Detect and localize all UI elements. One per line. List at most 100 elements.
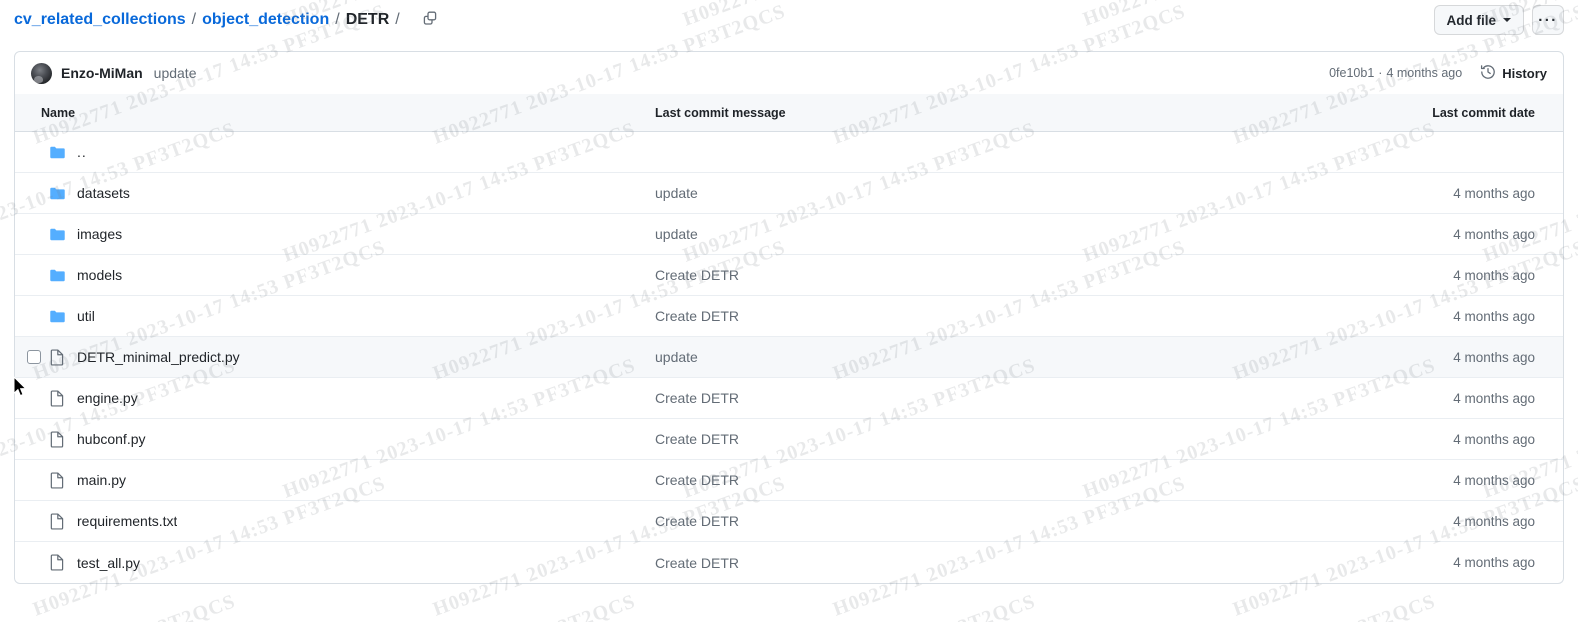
entry-name[interactable]: DETR_minimal_predict.py xyxy=(77,349,240,365)
commit-message[interactable]: update xyxy=(154,65,197,81)
more-options-button[interactable]: ··· xyxy=(1532,5,1564,35)
avatar[interactable] xyxy=(31,62,52,84)
entry-name[interactable]: models xyxy=(77,267,122,283)
cell-commit-message[interactable]: update xyxy=(655,185,1363,201)
entry-name[interactable]: test_all.py xyxy=(77,555,140,571)
breadcrumb-item-0[interactable]: cv_related_collections xyxy=(14,10,186,30)
toolbar-actions: Add file ··· xyxy=(1433,5,1564,35)
cell-commit-date: 4 months ago xyxy=(1453,513,1535,529)
table-row[interactable]: DETR_minimal_predict.py update 4 months ag… xyxy=(15,337,1563,378)
column-header-date: Last commit date xyxy=(1432,105,1535,120)
commit-relative-time: 4 months ago xyxy=(1386,66,1463,80)
entry-name[interactable]: images xyxy=(77,226,122,242)
cell-commit-message[interactable]: Create DETR xyxy=(655,267,1363,283)
file-table-header: Name Last commit message Last commit dat… xyxy=(15,94,1563,132)
entry-name[interactable]: main.py xyxy=(77,472,126,488)
history-label: History xyxy=(1502,65,1547,81)
copy-path-button[interactable] xyxy=(416,6,444,34)
cell-commit-message[interactable]: Create DETR xyxy=(655,390,1363,406)
breadcrumb-item-1[interactable]: object_detection xyxy=(202,10,329,30)
file-table: Name Last commit message Last commit dat… xyxy=(14,94,1564,584)
repo-file-browser: cv_related_collections / object_detectio… xyxy=(0,0,1578,622)
folder-icon xyxy=(45,267,69,284)
commit-meta-separator: · xyxy=(1378,66,1383,80)
add-file-button[interactable]: Add file xyxy=(1433,5,1524,35)
cell-commit-date: 4 months ago xyxy=(1453,349,1535,365)
chevron-down-icon xyxy=(1503,18,1511,22)
cell-commit-message[interactable]: update xyxy=(655,349,1363,365)
cell-commit-message[interactable]: Create DETR xyxy=(655,513,1363,529)
file-icon xyxy=(45,512,69,530)
kebab-horizontal-icon: ··· xyxy=(1538,11,1558,29)
cell-name: main.py xyxy=(15,471,655,489)
watermark-text: H0922771 2023-10-17 14:53 PF3T2QCS xyxy=(680,590,1039,622)
watermark-text: H0922771 2023-10-17 14:53 PF3T2QCS xyxy=(1480,590,1578,622)
table-row[interactable]: requirements.txt Create DETR 4 months ago xyxy=(15,501,1563,542)
file-icon xyxy=(45,389,69,407)
commit-meta-group: 0fe10b1 · 4 months ago History xyxy=(1329,64,1547,83)
history-button[interactable]: History xyxy=(1480,64,1547,83)
cell-commit-message[interactable]: Create DETR xyxy=(655,308,1363,324)
table-row[interactable]: datasets update 4 months ago xyxy=(15,173,1563,214)
commit-author[interactable]: Enzo-MiMan xyxy=(61,65,143,81)
table-row[interactable]: .. xyxy=(15,132,1563,173)
entry-name[interactable]: requirements.txt xyxy=(77,513,177,529)
entry-name[interactable]: hubconf.py xyxy=(77,431,146,447)
table-row[interactable]: main.py Create DETR 4 months ago xyxy=(15,460,1563,501)
cell-commit-message[interactable]: Create DETR xyxy=(655,555,1363,571)
repo-toolbar: cv_related_collections / object_detectio… xyxy=(0,0,1578,40)
add-file-label: Add file xyxy=(1446,12,1497,28)
file-icon xyxy=(45,471,69,489)
cell-commit-date: 4 months ago xyxy=(1453,390,1535,406)
entry-name[interactable]: util xyxy=(77,308,95,324)
table-row[interactable]: test_all.py Create DETR 4 months ago xyxy=(15,542,1563,583)
folder-icon xyxy=(45,308,69,325)
file-icon xyxy=(45,348,69,366)
cell-name: .. xyxy=(15,144,655,161)
cell-commit-date: 4 months ago xyxy=(1453,267,1535,283)
cell-name: engine.py xyxy=(15,389,655,407)
latest-commit-bar: Enzo-MiMan update 0fe10b1 · 4 months ago… xyxy=(14,51,1564,95)
entry-name[interactable]: datasets xyxy=(77,185,130,201)
folder-icon xyxy=(45,185,69,202)
breadcrumb-separator-2: / xyxy=(395,11,400,28)
row-select-slot xyxy=(23,350,45,364)
column-header-message: Last commit message xyxy=(655,105,786,120)
entry-name[interactable]: .. xyxy=(77,144,87,160)
cell-commit-message[interactable]: Create DETR xyxy=(655,472,1363,488)
cell-name: util xyxy=(15,308,655,325)
cell-commit-date: 4 months ago xyxy=(1453,555,1535,570)
commit-hash[interactable]: 0fe10b1 xyxy=(1329,66,1374,80)
watermark-text: H0922771 2023-10-17 14:53 PF3T2QCS xyxy=(1080,590,1439,622)
watermark-text: H0922771 2023-10-17 14:53 PF3T2QCS xyxy=(0,590,239,622)
cell-name: test_all.py xyxy=(15,554,655,571)
folder-icon xyxy=(45,144,69,161)
cell-commit-date: 4 months ago xyxy=(1453,472,1535,488)
row-checkbox[interactable] xyxy=(27,350,41,364)
table-row[interactable]: hubconf.py Create DETR 4 months ago xyxy=(15,419,1563,460)
cell-commit-date: 4 months ago xyxy=(1453,226,1535,242)
cell-commit-message[interactable]: Create DETR xyxy=(655,431,1363,447)
copy-path-icon xyxy=(422,10,438,31)
entry-name[interactable]: engine.py xyxy=(77,390,138,406)
watermark-text: H0922771 2023-10-17 14:53 PF3T2QCS xyxy=(280,590,639,622)
clock-history-icon xyxy=(1480,64,1496,83)
cell-name: DETR_minimal_predict.py xyxy=(15,348,655,366)
cell-name: requirements.txt xyxy=(15,512,655,530)
file-table-body: .. datasets update 4 months ago images update… xyxy=(15,132,1563,583)
column-header-name: Name xyxy=(41,105,76,120)
table-row[interactable]: engine.py Create DETR 4 months ago xyxy=(15,378,1563,419)
table-row[interactable]: models Create DETR 4 months ago xyxy=(15,255,1563,296)
cell-name: hubconf.py xyxy=(15,430,655,448)
table-row[interactable]: util Create DETR 4 months ago xyxy=(15,296,1563,337)
breadcrumb: cv_related_collections / object_detectio… xyxy=(14,10,406,30)
cell-commit-date: 4 months ago xyxy=(1453,308,1535,324)
file-icon xyxy=(45,430,69,448)
cell-commit-message[interactable]: update xyxy=(655,226,1363,242)
table-row[interactable]: images update 4 months ago xyxy=(15,214,1563,255)
file-icon xyxy=(45,554,69,571)
cell-commit-date: 4 months ago xyxy=(1453,431,1535,447)
cell-name: models xyxy=(15,267,655,284)
breadcrumb-separator-0: / xyxy=(191,11,197,28)
cell-name: images xyxy=(15,226,655,243)
